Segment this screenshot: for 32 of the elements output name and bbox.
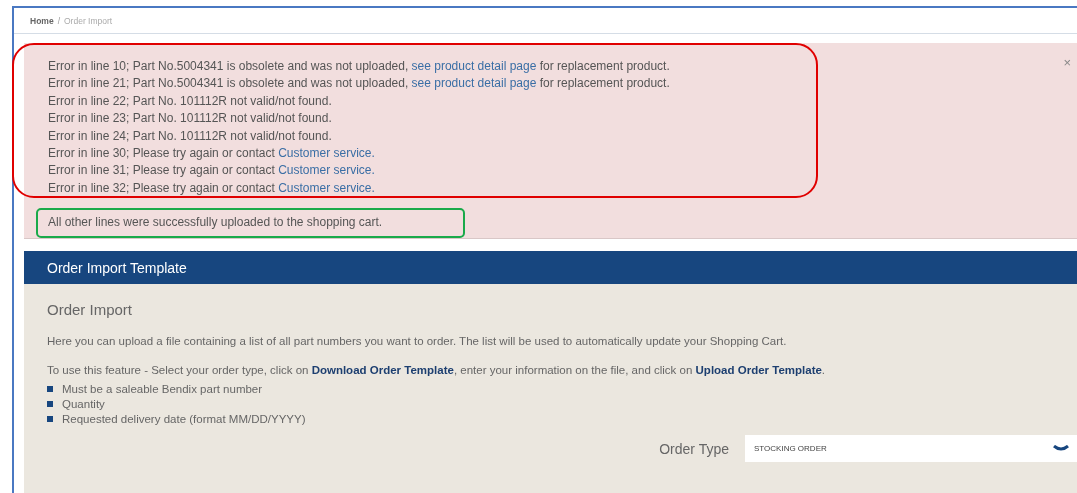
error-message: Error in line 30; Please try again or contact Customer service. <box>48 145 376 163</box>
bullet-icon <box>47 416 53 422</box>
error-link[interactable]: Customer service. <box>278 146 375 161</box>
bullet-icon <box>47 386 53 392</box>
error-link[interactable]: see product detail page <box>411 59 537 73</box>
intro-text: Here you can upload a file containing a list of all part numbers you want to order. The list will be used to automatically update your Shopping Cart. <box>47 335 788 347</box>
error-message: Error in line 31; Please try again or contact Customer service. <box>48 162 376 180</box>
error-message: Error in line 32; Please try again or contact Customer service. <box>48 179 376 197</box>
breadcrumb-link[interactable]: Home <box>30 15 54 26</box>
requirement-text: Must be a saleable Bendix part number <box>62 383 263 395</box>
breadcrumb-separator: / <box>57 15 60 26</box>
section-title: Order Import <box>47 301 134 318</box>
error-message: Error in line 22; Part No. 101112R not valid/not found. <box>48 92 333 110</box>
order-type-label: Order Type <box>659 440 729 457</box>
requirement-text: Requested delivery date (format MM/DD/YYYY) <box>62 413 306 425</box>
panel-header: Order Import Template <box>24 251 1077 284</box>
error-link[interactable]: Customer service. <box>278 180 375 195</box>
instruction-text: To use this feature - Select your order type, click on Download Order Template, enter your information on the file, and click on Upload Order Template. <box>47 364 827 376</box>
error-link[interactable]: see product detail page <box>411 76 537 91</box>
error-link[interactable]: Customer service. <box>278 163 375 178</box>
template-link[interactable]: Upload Order Template <box>695 364 822 376</box>
close-button[interactable]: × <box>1063 55 1071 70</box>
chevron-down-icon <box>1053 445 1069 452</box>
bullet-icon <box>47 401 53 407</box>
order-type-select[interactable]: STOCKING ORDER <box>745 435 1077 462</box>
success-message: All other lines were successfully uploaded to the shopping cart. <box>48 214 383 232</box>
error-message: Error in line 21; Part No.5004341 is obsolete and was not uploaded, see product detail page for replacement product. <box>48 75 671 93</box>
error-message: Error in line 10; Part No.5004341 is obsolete and was not uploaded, see product detail page for replacement product. <box>48 58 671 75</box>
error-message: Error in line 23; Part No. 101112R not valid/not found. <box>48 110 333 128</box>
error-message: Error in line 24; Part No. 101112R not valid/not found. <box>48 127 333 145</box>
template-link[interactable]: Download Order Template <box>311 364 454 376</box>
requirement-text: Quantity <box>62 398 105 410</box>
